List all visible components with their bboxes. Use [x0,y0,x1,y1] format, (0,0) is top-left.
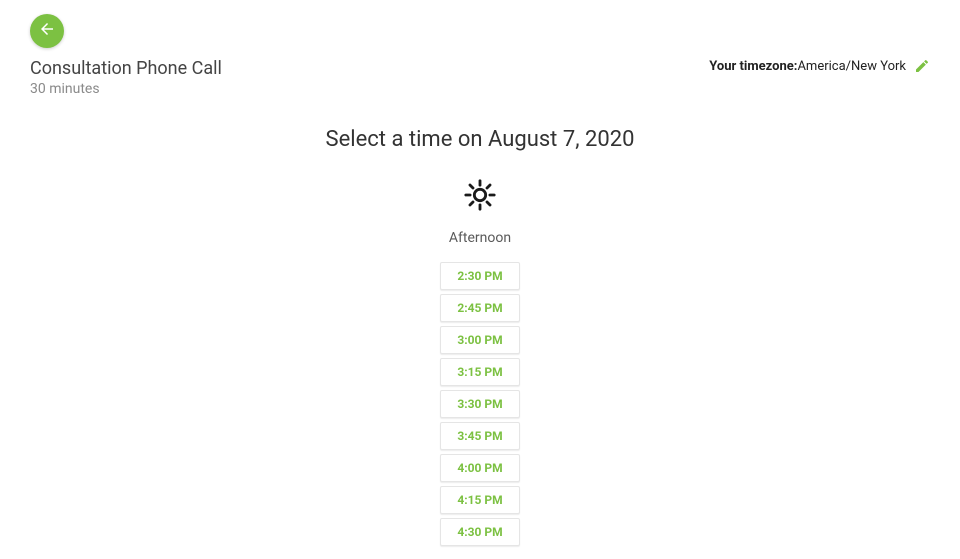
event-title: Consultation Phone Call [30,58,222,79]
time-slot-label: 4:30 PM [457,525,502,539]
edit-timezone-button[interactable] [914,58,930,74]
time-slot-label: 3:30 PM [457,397,502,411]
time-slot-label: 4:00 PM [457,461,502,475]
header-left: Consultation Phone Call 30 minutes [30,14,222,97]
time-slot[interactable]: 2:30 PM [440,262,520,290]
time-slot[interactable]: 4:00 PM [440,454,520,482]
time-slot[interactable]: 3:15 PM [440,358,520,386]
timezone-block: Your timezone: America/New York [709,58,930,74]
time-slot-label: 2:30 PM [457,269,502,283]
time-period-label: Afternoon [0,230,960,246]
time-slot-label: 4:15 PM [457,493,502,507]
time-slot-label: 3:45 PM [457,429,502,443]
arrow-left-icon [38,20,56,42]
pencil-icon [914,63,930,78]
event-duration: 30 minutes [30,81,222,97]
page-header: Consultation Phone Call 30 minutes Your … [0,0,960,97]
time-slot[interactable]: 4:15 PM [440,486,520,514]
select-time-heading: Select a time on August 7, 2020 [0,127,960,152]
time-slot-label: 3:15 PM [457,365,502,379]
time-slot[interactable]: 3:45 PM [440,422,520,450]
timezone-value: America/New York [797,59,906,74]
time-slot[interactable]: 3:30 PM [440,390,520,418]
time-slot[interactable]: 3:00 PM [440,326,520,354]
time-slot[interactable]: 4:30 PM [440,518,520,546]
time-slots-list: 2:30 PM 2:45 PM 3:00 PM 3:15 PM 3:30 PM … [0,262,960,546]
timezone-label: Your timezone: [709,59,797,74]
time-slot-label: 3:00 PM [457,333,502,347]
time-slot[interactable]: 2:45 PM [440,294,520,322]
sun-icon [463,178,497,216]
back-button[interactable] [30,14,64,48]
time-slot-label: 2:45 PM [457,301,502,315]
main-content: Select a time on August 7, 2020 Afternoo… [0,127,960,546]
